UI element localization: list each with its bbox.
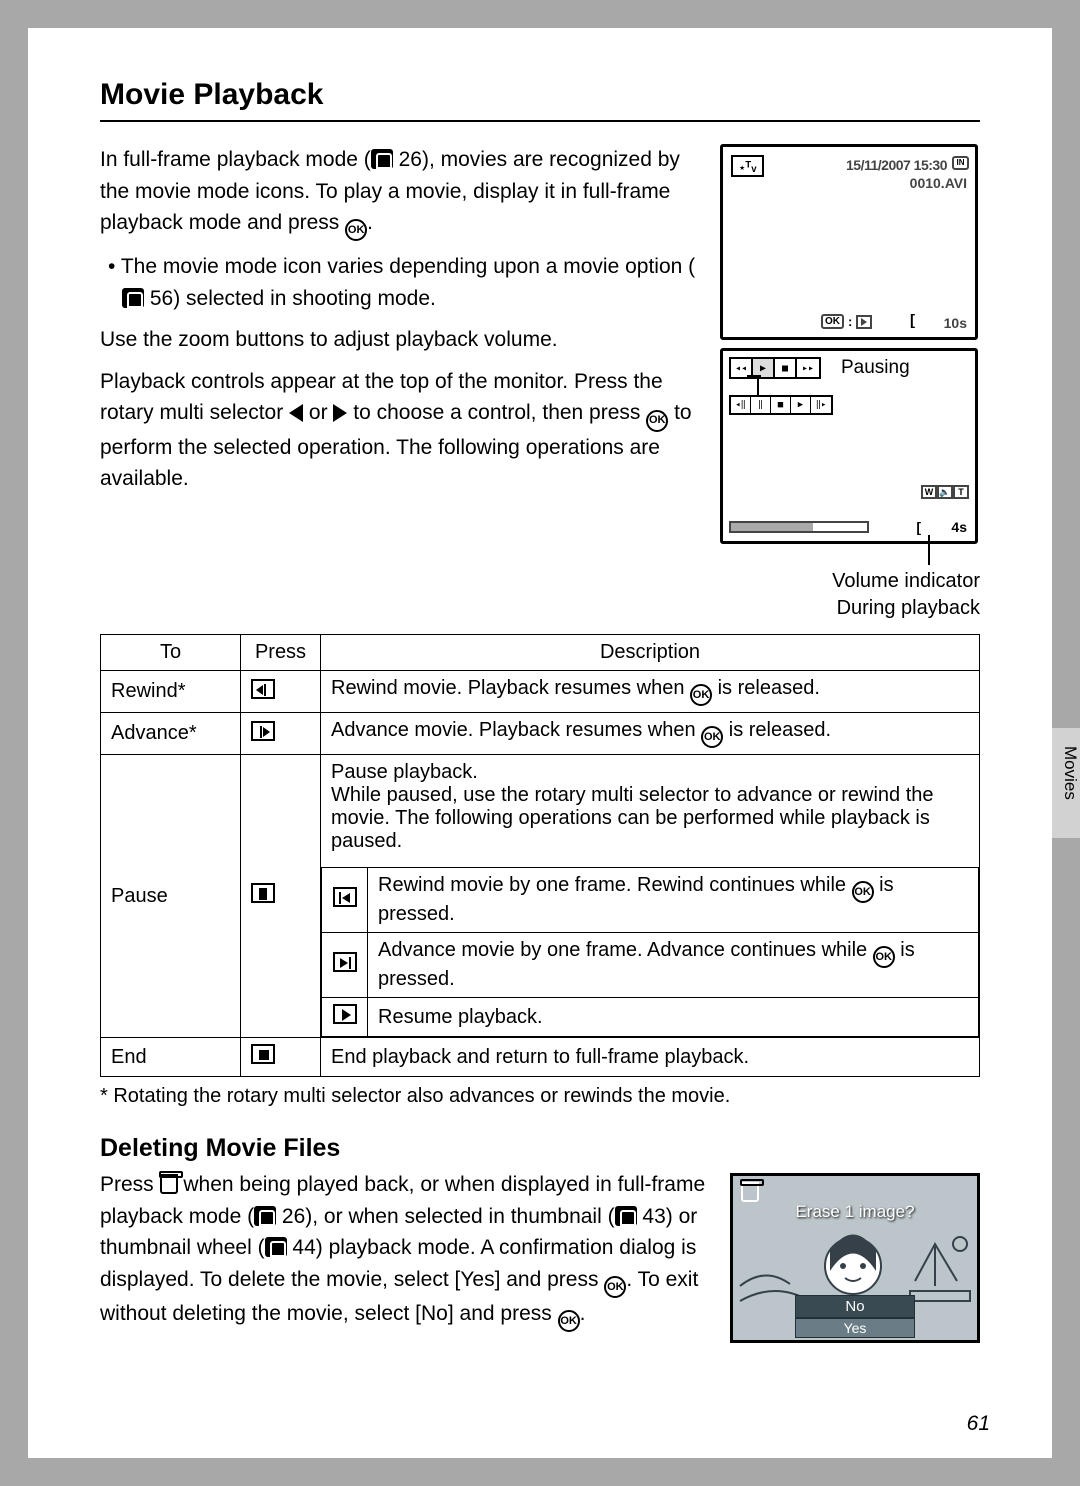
cell-press <box>241 1038 321 1077</box>
lcd-filename: 0010.AVI <box>910 175 967 191</box>
cell-desc: Advance movie. Playback resumes when OK … <box>321 713 980 755</box>
play-icon <box>333 1004 357 1024</box>
ok-button-icon: OK <box>558 1310 580 1332</box>
lcd-preview-1: ⋆ᵀᵥ 15/11/2007 15:30 IN 0010.AVI OK : [ … <box>720 144 978 340</box>
volume-indicator: W🔈T <box>921 485 969 499</box>
bullet-text: The movie mode icon varies depending upo… <box>121 255 695 278</box>
intro-text: or <box>303 401 333 424</box>
stop-icon <box>251 1044 275 1064</box>
subheading-deleting: Deleting Movie Files <box>100 1134 980 1163</box>
in-badge: IN <box>952 156 969 170</box>
dialog-yes-button[interactable]: Yes <box>795 1318 915 1338</box>
bracket-icon: [ <box>910 312 915 329</box>
intro-p3: Playback controls appear at the top of t… <box>100 366 700 495</box>
cell-to: End <box>101 1038 241 1077</box>
cell-press <box>241 671 321 713</box>
lcd-preview-2: ◂◂ ▶ ■ ▸▸ Pausing ◂‖ ‖ ■ ▶ ‖▸ W🔈T <box>720 348 978 544</box>
ok-button-icon: OK <box>873 946 895 968</box>
rewind-icon <box>251 679 275 699</box>
ok-button-icon: OK <box>701 726 723 748</box>
footnote: * Rotating the rotary multi selector als… <box>100 1085 980 1108</box>
reference-icon <box>615 1206 637 1226</box>
reference-icon <box>254 1206 276 1226</box>
delete-text: Press when being played back, or when di… <box>100 1169 712 1343</box>
intro-text: In full-frame playback mode ( <box>100 148 371 171</box>
cell-to: Pause <box>101 755 241 1038</box>
playback-control-strip: ◂◂ ▶ ■ ▸▸ <box>729 357 821 379</box>
pause-desc: Pause playback. While paused, use the ro… <box>321 755 979 859</box>
lcd-ok-play: OK : <box>821 314 872 329</box>
lcd-date: 15/11/2007 15:30 <box>846 157 947 173</box>
left-arrow-icon <box>289 404 303 422</box>
sub-desc: Advance movie by one frame. Advance cont… <box>368 933 979 998</box>
cell-press <box>241 755 321 1038</box>
cell-desc: End playback and return to full-frame pl… <box>321 1038 980 1077</box>
sub-desc: Resume playback. <box>368 998 979 1037</box>
th-desc: Description <box>321 635 980 671</box>
figure-caption: Volume indicator During playback <box>720 568 980 622</box>
frame-advance-icon <box>333 952 357 972</box>
illustration <box>733 1226 977 1306</box>
tv-mode-icon: ⋆ᵀᵥ <box>731 155 764 177</box>
th-press: Press <box>241 635 321 671</box>
ok-button-icon: OK <box>852 881 874 903</box>
th-to: To <box>101 635 241 671</box>
right-arrow-icon <box>333 404 347 422</box>
caption-line: Volume indicator <box>720 568 980 595</box>
advance-icon <box>251 721 275 741</box>
cell-to: Rewind* <box>101 671 241 713</box>
cell-to: Advance* <box>101 713 241 755</box>
pause-control-strip: ◂‖ ‖ ■ ▶ ‖▸ <box>729 395 833 415</box>
bullet-text: 56) selected in shooting mode. <box>144 287 436 310</box>
callout-line <box>928 535 930 565</box>
ok-button-icon: OK <box>690 684 712 706</box>
side-tab-movies: Movies <box>1052 728 1080 838</box>
sub-desc: Rewind movie by one frame. Rewind contin… <box>368 868 979 933</box>
lcd-duration: 10s <box>944 315 967 331</box>
controls-table: To Press Description Rewind* Rewind movi… <box>100 634 980 1077</box>
lcd2-time: 4s <box>951 519 967 535</box>
dialog-question: Erase 1 image? <box>795 1202 914 1222</box>
progress-bar <box>729 521 869 533</box>
frame-rewind-icon <box>333 887 357 907</box>
bracket-icon: [ <box>916 519 921 535</box>
dialog-no-button[interactable]: No <box>795 1295 915 1318</box>
trash-icon <box>741 1182 759 1204</box>
pause-icon <box>251 883 275 903</box>
page-heading: Movie Playback <box>100 78 980 122</box>
pause-subtable: Rewind movie by one frame. Rewind contin… <box>321 867 979 1037</box>
cell-press <box>241 713 321 755</box>
intro-text: . <box>367 211 373 234</box>
pausing-label: Pausing <box>841 357 910 379</box>
intro-p2: Use the zoom buttons to adjust playback … <box>100 324 700 356</box>
ok-button-icon: OK <box>345 219 367 241</box>
intro-p1: In full-frame playback mode ( 26), movie… <box>100 144 700 241</box>
page-number: 61 <box>967 1412 990 1436</box>
ok-button-icon: OK <box>646 410 668 432</box>
intro-text: to choose a control, then press <box>347 401 646 424</box>
trash-icon <box>160 1174 178 1194</box>
caption-line: During playback <box>720 595 980 622</box>
cell-desc-nested: Pause playback. While paused, use the ro… <box>321 755 980 1038</box>
page: Movies Movie Playback In full-frame play… <box>28 28 1052 1458</box>
reference-icon <box>371 149 393 169</box>
reference-icon <box>122 288 144 308</box>
reference-icon <box>265 1237 287 1257</box>
ok-button-icon: OK <box>604 1276 626 1298</box>
delete-dialog-figure: Erase 1 image? No Yes <box>730 1173 980 1343</box>
cell-desc: Rewind movie. Playback resumes when OK i… <box>321 671 980 713</box>
intro-bullet: The movie mode icon varies depending upo… <box>118 251 700 314</box>
